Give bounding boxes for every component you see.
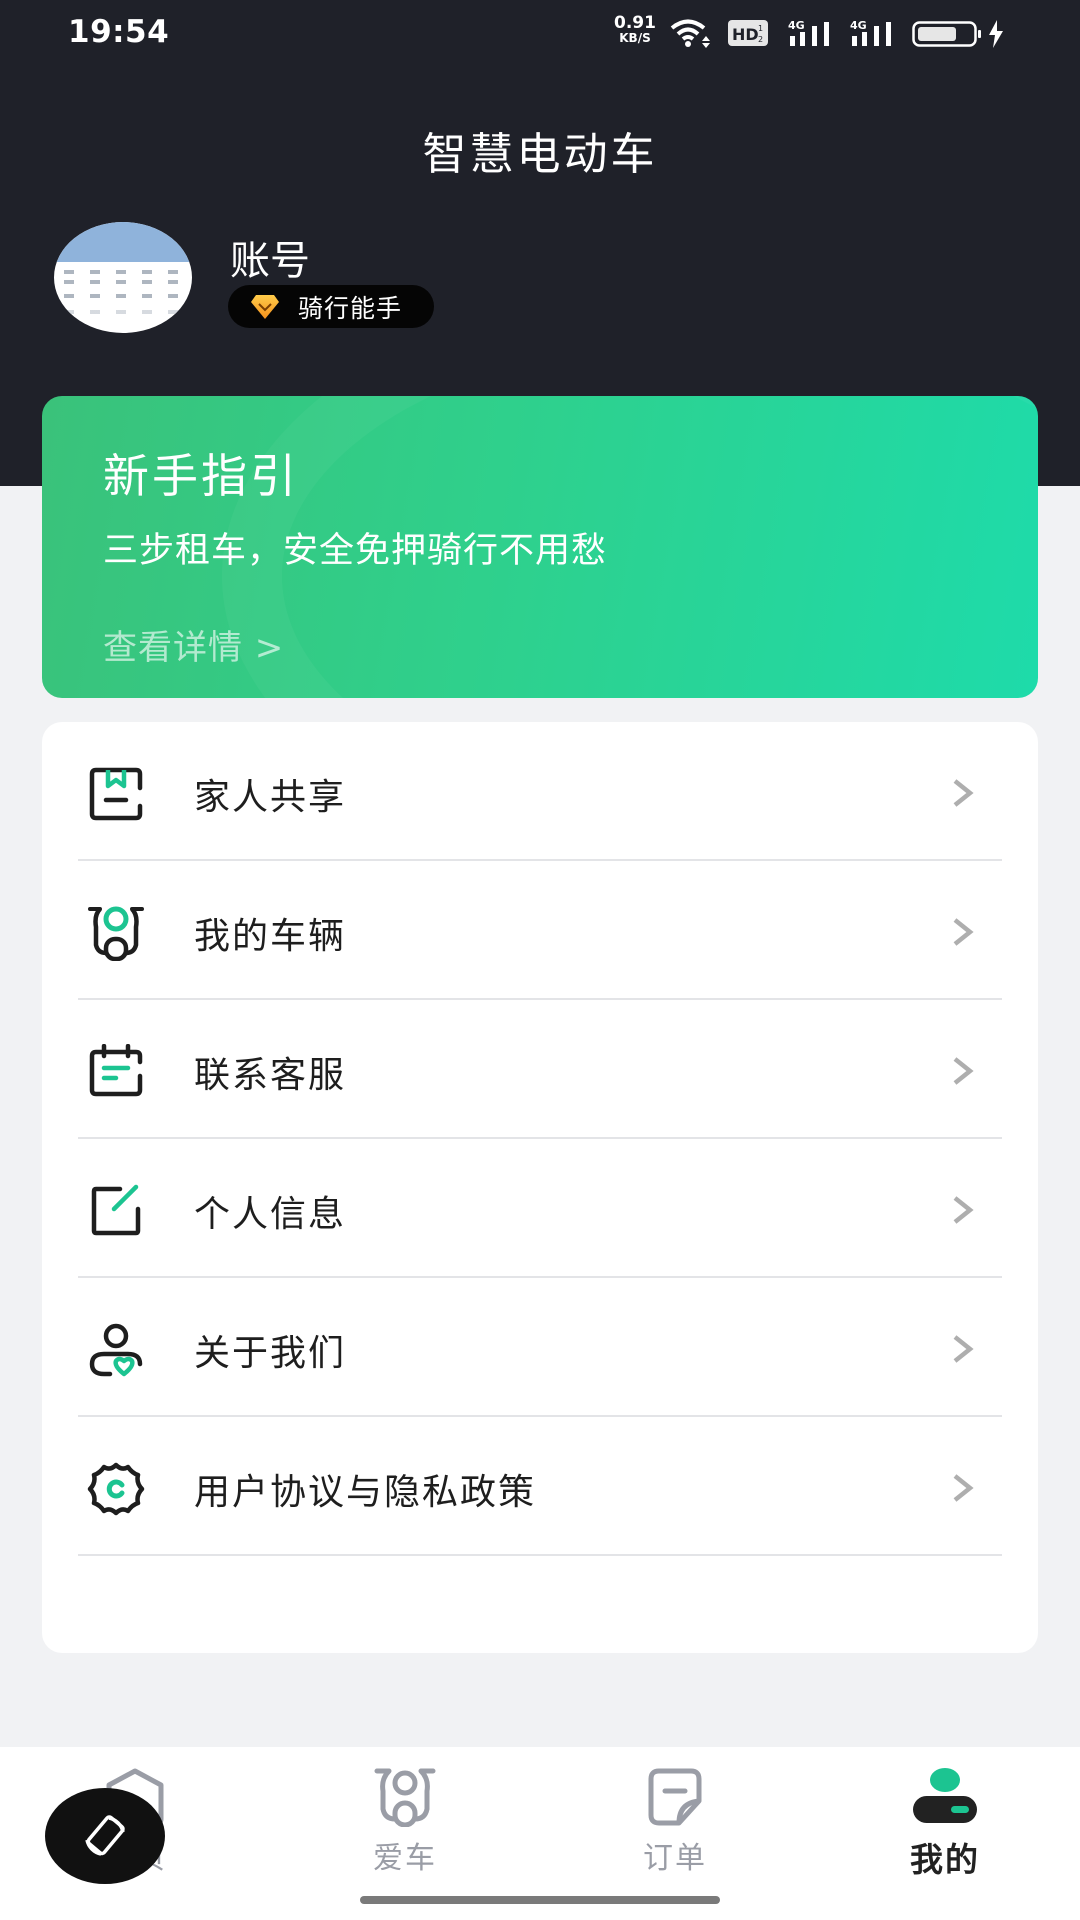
avatar[interactable] bbox=[54, 222, 192, 333]
home-indicator[interactable] bbox=[360, 1896, 720, 1904]
status-bar: 19:54 0.91 KB/S HD 1 2 4G 4G bbox=[0, 0, 1080, 66]
signal-4g-icon: 4G bbox=[788, 19, 829, 46]
guide-subtitle: 三步租车，安全免押骑行不用愁 bbox=[103, 531, 608, 571]
hd-icon: HD 1 2 bbox=[728, 20, 768, 46]
tab-my-car[interactable]: 爱车 bbox=[270, 1747, 540, 1897]
guide-title: 新手指引 bbox=[103, 449, 299, 503]
signal-4g-icon: 4G bbox=[850, 19, 891, 46]
tab-label: 爱车 bbox=[373, 1841, 437, 1876]
settings-gear-icon bbox=[87, 1462, 145, 1516]
about-us-icon bbox=[89, 1323, 143, 1377]
menu-item-contact-support[interactable]: 联系客服 bbox=[42, 1000, 1038, 1139]
diamond-icon bbox=[251, 294, 279, 319]
menu-item-about-us[interactable]: 关于我们 bbox=[42, 1278, 1038, 1417]
scooter-icon bbox=[374, 1768, 436, 1827]
menu-item-label: 用户协议与隐私政策 bbox=[194, 1472, 537, 1513]
svg-text:2: 2 bbox=[758, 35, 763, 44]
menu-item-label: 个人信息 bbox=[194, 1194, 347, 1235]
network-speed: 0.91 KB/S bbox=[611, 13, 659, 46]
chevron-right-icon bbox=[953, 1335, 974, 1363]
menu-item-my-vehicles[interactable]: 我的车辆 bbox=[42, 861, 1038, 1000]
tab-label: 订单 bbox=[643, 1841, 707, 1876]
family-share-icon bbox=[89, 767, 143, 821]
badge-label: 骑行能手 bbox=[298, 293, 403, 323]
chevron-right-icon bbox=[953, 1196, 974, 1224]
order-note-icon bbox=[648, 1768, 702, 1826]
page-title: 智慧电动车 bbox=[422, 129, 658, 180]
network-speed-unit: KB/S bbox=[619, 31, 651, 45]
menu-item-label: 联系客服 bbox=[194, 1055, 347, 1096]
tab-label: 我的 bbox=[910, 1840, 980, 1879]
menu-item-user-agreement-privacy[interactable]: 用户协议与隐私政策 bbox=[42, 1417, 1038, 1556]
chevron-right-icon bbox=[953, 1057, 974, 1085]
tab-orders[interactable]: 订单 bbox=[540, 1747, 810, 1897]
svg-text:1: 1 bbox=[758, 24, 763, 33]
menu-item-label: 我的车辆 bbox=[194, 916, 347, 957]
edit-profile-icon bbox=[91, 1184, 141, 1236]
profile-icon bbox=[913, 1768, 977, 1823]
wifi-icon bbox=[670, 19, 710, 48]
view-details-link[interactable]: 查看详情 > bbox=[103, 620, 284, 669]
scooter-icon bbox=[88, 906, 144, 961]
beginner-guide-card[interactable]: 新手指引 三步租车，安全免押骑行不用愁 查看详情 > bbox=[42, 396, 1038, 698]
menu-item-label: 关于我们 bbox=[194, 1333, 347, 1374]
chevron-right-icon bbox=[953, 779, 974, 807]
level-badge: 骑行能手 bbox=[228, 285, 434, 328]
svg-text:4G: 4G bbox=[788, 19, 805, 32]
chevron-right-icon bbox=[953, 1474, 974, 1502]
svg-text:4G: 4G bbox=[850, 19, 867, 32]
rotate-screen-icon bbox=[85, 1815, 125, 1856]
status-time: 19:54 bbox=[68, 14, 170, 50]
tab-mine[interactable]: 我的 bbox=[810, 1747, 1080, 1897]
network-speed-value: 0.91 bbox=[614, 13, 656, 33]
svg-text:HD: HD bbox=[732, 25, 759, 44]
menu-item-family-share[interactable]: 家人共享 bbox=[42, 722, 1038, 861]
charging-icon bbox=[989, 20, 1003, 48]
chevron-right-icon bbox=[953, 918, 974, 946]
menu-list: 家人共享 我的车辆 联系客服 个人信息 关于我们 用户协议与隐私政策 bbox=[42, 722, 1038, 1653]
customer-service-icon bbox=[89, 1044, 143, 1097]
menu-item-label: 家人共享 bbox=[194, 777, 347, 818]
screen-rotate-button[interactable] bbox=[45, 1788, 165, 1884]
menu-item-personal-info[interactable]: 个人信息 bbox=[42, 1139, 1038, 1278]
divider bbox=[78, 1554, 1002, 1556]
battery-icon bbox=[912, 21, 981, 47]
username: 账号 bbox=[230, 238, 310, 284]
